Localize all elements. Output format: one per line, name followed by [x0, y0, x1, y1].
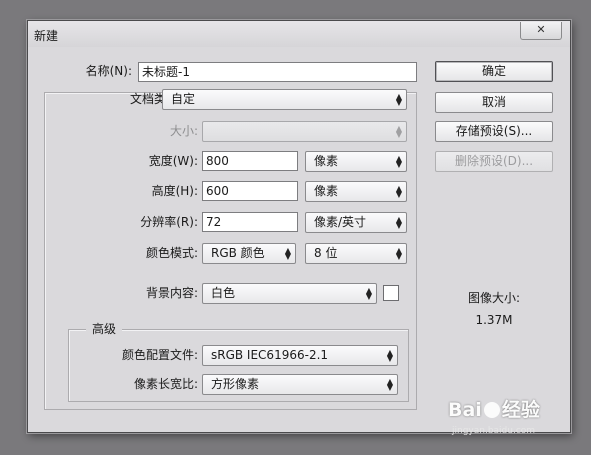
- doc-type-select[interactable]: 自定 ▲ ▼: [162, 89, 407, 110]
- image-size-label: 图像大小:: [467, 291, 521, 305]
- width-unit-select[interactable]: 像素 ▲ ▼: [305, 151, 407, 172]
- baidu-watermark: Bai 经验 jingyan.baidu.com: [448, 395, 540, 436]
- color-mode-select[interactable]: RGB 颜色 ▲ ▼: [202, 243, 296, 264]
- resolution-label: 分辨率(R):: [140, 215, 198, 229]
- watermark-logo-right: 经验: [501, 399, 540, 421]
- size-label: 大小:: [169, 124, 198, 138]
- background-select[interactable]: 白色 ▲ ▼: [202, 283, 377, 304]
- watermark-url: jingyan.baidu.com: [452, 426, 536, 436]
- image-size-value: 1.37M: [475, 313, 513, 327]
- cancel-button[interactable]: 取消: [435, 92, 553, 113]
- background-color-swatch[interactable]: [383, 285, 399, 301]
- window-title: 新建: [34, 29, 59, 43]
- select-arrows-icon: ▲ ▼: [386, 377, 393, 392]
- paw-icon: [483, 402, 500, 418]
- color-profile-select[interactable]: sRGB IEC61966-2.1 ▲ ▼: [202, 345, 398, 366]
- pixel-aspect-select[interactable]: 方形像素 ▲ ▼: [202, 374, 398, 395]
- height-input[interactable]: 600: [202, 181, 298, 201]
- color-mode-label: 颜色模式:: [145, 246, 198, 260]
- resolution-input[interactable]: 72: [202, 212, 298, 232]
- select-arrows-icon: ▲ ▼: [365, 286, 372, 301]
- width-label: 宽度(W):: [148, 154, 198, 168]
- delete-preset-button[interactable]: 删除预设(D)...: [435, 151, 553, 172]
- select-arrows-icon: ▲ ▼: [395, 246, 402, 261]
- select-arrows-icon: ▲ ▼: [395, 154, 402, 169]
- resolution-unit-select[interactable]: 像素/英寸 ▲ ▼: [305, 212, 407, 233]
- new-document-dialog: 新建 ✕ 名称(N): 未标题-1 文档类型: 自定 ▲ ▼ 大小: ▲ ▼ 宽度(…: [27, 20, 571, 433]
- close-icon: ✕: [536, 23, 546, 36]
- title-bar: 新建 ✕: [28, 21, 570, 47]
- color-profile-label: 颜色配置文件:: [121, 348, 198, 362]
- select-arrows-icon: ▲ ▼: [386, 348, 393, 363]
- select-arrows-icon: ▲ ▼: [395, 124, 402, 139]
- pixel-aspect-label: 像素长宽比:: [133, 377, 198, 391]
- select-arrows-icon: ▲ ▼: [395, 92, 402, 107]
- height-unit-select[interactable]: 像素 ▲ ▼: [305, 181, 407, 202]
- size-select[interactable]: ▲ ▼: [202, 121, 407, 142]
- width-input[interactable]: 800: [202, 151, 298, 171]
- watermark-logo-left: Bai: [448, 399, 482, 421]
- height-label: 高度(H):: [151, 184, 198, 198]
- advanced-group-title: 高级: [86, 322, 123, 336]
- select-arrows-icon: ▲ ▼: [395, 184, 402, 199]
- ok-button[interactable]: 确定: [435, 61, 553, 82]
- bit-depth-select[interactable]: 8 位 ▲ ▼: [305, 243, 407, 264]
- save-preset-button[interactable]: 存储预设(S)...: [435, 121, 553, 142]
- background-label: 背景内容:: [145, 286, 198, 300]
- name-input[interactable]: 未标题-1: [138, 62, 417, 82]
- select-arrows-icon: ▲ ▼: [395, 215, 402, 230]
- close-button[interactable]: ✕: [520, 22, 562, 40]
- select-arrows-icon: ▲ ▼: [284, 246, 291, 261]
- name-label: 名称(N):: [85, 64, 132, 78]
